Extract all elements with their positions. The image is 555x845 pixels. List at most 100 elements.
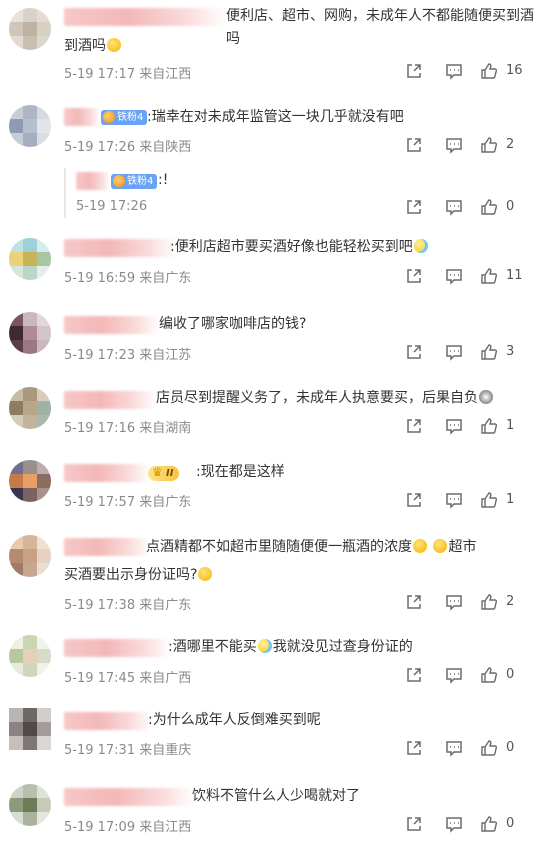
comment-icon[interactable]	[445, 417, 463, 435]
avatar[interactable]	[9, 238, 51, 280]
share-icon[interactable]	[405, 136, 423, 154]
grin-emoji-icon	[107, 38, 121, 52]
comment-actions: 2	[405, 593, 555, 613]
avatar[interactable]	[9, 387, 51, 429]
reply-indent-line	[64, 168, 66, 218]
like-icon[interactable]	[480, 593, 498, 611]
comment-meta: 5-19 17:09 来自江西	[64, 820, 192, 835]
comment-actions: 16	[405, 62, 555, 82]
comment-actions: 2	[405, 136, 555, 156]
comment-actions: 3	[405, 343, 555, 363]
comment-actions: 0	[405, 198, 555, 218]
username-blurred[interactable]	[64, 639, 170, 657]
comment-meta: 5-19 17:26	[76, 199, 148, 214]
comment-meta: 5-19 17:26 来自陕西	[64, 140, 192, 155]
comment-meta: 5-19 17:16 来自湖南	[64, 421, 192, 436]
smug-emoji-icon	[198, 567, 213, 581]
comment-actions: 1	[405, 417, 555, 437]
like-count: 0	[506, 667, 515, 682]
like-count: 2	[506, 137, 515, 152]
like-count: 2	[506, 594, 515, 609]
like-icon[interactable]	[480, 343, 498, 361]
comment-actions: 0	[405, 739, 555, 759]
shocked-emoji-icon	[479, 390, 493, 404]
like-icon[interactable]	[480, 198, 498, 216]
username-blurred[interactable]	[64, 391, 156, 409]
comment-text: 点酒精都不如超市里随随便便一瓶酒的浓度 超市	[146, 539, 477, 555]
smug-emoji-icon	[433, 539, 448, 553]
comment-text: :酒哪里不能买 我就没见过查身份证的	[168, 639, 413, 655]
like-icon[interactable]	[480, 666, 498, 684]
share-icon[interactable]	[405, 267, 423, 285]
avatar[interactable]	[9, 8, 51, 50]
comment-icon[interactable]	[445, 666, 463, 684]
like-icon[interactable]	[480, 417, 498, 435]
comment-icon[interactable]	[445, 491, 463, 509]
username-blurred[interactable]	[64, 108, 100, 126]
like-count: 0	[506, 816, 515, 831]
avatar[interactable]	[9, 635, 51, 677]
comment-text: :瑞幸在对未成年监管这一块几乎就没有吧	[147, 109, 404, 125]
like-icon[interactable]	[480, 815, 498, 833]
comment-text: :!	[158, 172, 169, 188]
username-blurred[interactable]	[64, 464, 150, 482]
username-blurred[interactable]	[64, 712, 152, 730]
like-icon[interactable]	[480, 491, 498, 509]
share-icon[interactable]	[405, 343, 423, 361]
comment-item: 铁粉4 :瑞幸在对未成年监管这一块几乎就没有吧 5-19 17:26 来自陕西 …	[0, 100, 555, 165]
comment-actions: 1	[405, 491, 555, 511]
share-icon[interactable]	[405, 491, 423, 509]
share-icon[interactable]	[405, 815, 423, 833]
username-blurred[interactable]	[76, 172, 110, 190]
avatar[interactable]	[9, 784, 51, 826]
comment-item: II :现在都是这样 5-19 17:57 来自广东 1	[0, 458, 555, 523]
comment-icon[interactable]	[445, 343, 463, 361]
comment-item: 点酒精都不如超市里随随便便一瓶酒的浓度 超市 买酒要出示身份证吗? 5-19 1…	[0, 533, 555, 623]
avatar[interactable]	[9, 312, 51, 354]
like-count: 1	[506, 418, 515, 433]
comment-icon[interactable]	[445, 739, 463, 757]
comment-icon[interactable]	[445, 136, 463, 154]
comment-item: 编收了哪家咖啡店的钱? 5-19 17:23 来自江苏 3	[0, 310, 555, 375]
like-count: 3	[506, 344, 515, 359]
comment-item: 饮料不管什么人少喝就对了 5-19 17:09 来自江西 0	[0, 780, 555, 845]
username-blurred[interactable]	[64, 788, 194, 806]
comment-meta: 5-19 17:17 来自江西	[64, 67, 192, 82]
comment-icon[interactable]	[445, 815, 463, 833]
comment-icon[interactable]	[445, 198, 463, 216]
like-icon[interactable]	[480, 267, 498, 285]
share-icon[interactable]	[405, 739, 423, 757]
comment-item: :便利店超市要买酒好像也能轻松买到吧 5-19 16:59 来自广东 11	[0, 233, 555, 298]
share-icon[interactable]	[405, 593, 423, 611]
comment-actions: 11	[405, 267, 555, 287]
like-icon[interactable]	[480, 62, 498, 80]
comment-item: :为什么成年人反倒难买到呢 5-19 17:31 来自重庆 0	[0, 706, 555, 771]
avatar[interactable]	[9, 105, 51, 147]
vip-badge: II	[148, 465, 180, 481]
comment-icon[interactable]	[445, 267, 463, 285]
like-icon[interactable]	[480, 136, 498, 154]
comment-icon[interactable]	[445, 62, 463, 80]
comment-actions: 0	[405, 666, 555, 686]
share-icon[interactable]	[405, 666, 423, 684]
username-blurred[interactable]	[64, 538, 150, 556]
avatar[interactable]	[9, 708, 51, 750]
avatar[interactable]	[9, 535, 51, 577]
comment-icon[interactable]	[445, 593, 463, 611]
like-count: 1	[506, 492, 515, 507]
share-icon[interactable]	[405, 417, 423, 435]
username-blurred[interactable]	[64, 239, 176, 257]
comment-text-cont: 买酒要出示身份证吗?	[64, 564, 213, 587]
comment-meta: 5-19 17:57 来自广东	[64, 495, 192, 510]
comment-text-cont: 到酒吗	[64, 35, 122, 58]
like-icon[interactable]	[480, 739, 498, 757]
username-blurred[interactable]	[64, 316, 160, 334]
comment-text: 便利店、超市、网购，未成年人不都能随便买到酒吗	[226, 8, 534, 47]
share-icon[interactable]	[405, 62, 423, 80]
share-icon[interactable]	[405, 198, 423, 216]
username-blurred[interactable]	[64, 8, 226, 26]
comment-text: :为什么成年人反倒难买到呢	[148, 712, 321, 728]
fan-badge: 铁粉4	[101, 110, 148, 125]
avatar[interactable]	[9, 460, 51, 502]
like-count: 0	[506, 199, 515, 214]
